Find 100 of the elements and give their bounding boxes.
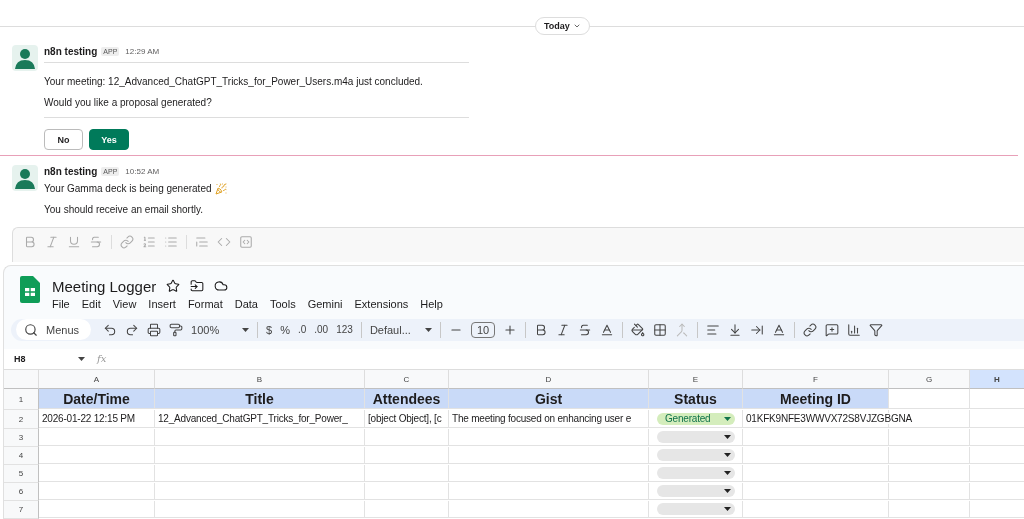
borders-icon[interactable] — [653, 322, 668, 337]
paint-format-icon[interactable] — [169, 322, 184, 337]
font-dropdown[interactable]: Defaul... — [369, 323, 432, 336]
row-number[interactable]: 1 — [4, 389, 39, 410]
message-text: Your meeting: 12_Advanced_ChatGPT_Tricks_for_Power_Users.m4a just concluded. — [44, 75, 423, 89]
text-rotation-icon[interactable] — [772, 322, 787, 337]
filter-icon[interactable] — [869, 322, 884, 337]
column-header[interactable]: A — [39, 370, 155, 389]
avatar — [12, 165, 38, 191]
sheets-logo[interactable] — [20, 276, 40, 303]
star-icon[interactable] — [166, 279, 181, 293]
zoom-dropdown[interactable]: 100% — [191, 323, 250, 336]
row-number[interactable]: 6 — [4, 483, 39, 501]
party-popper-icon — [214, 182, 227, 195]
align-icon[interactable] — [706, 322, 721, 337]
fill-color-icon[interactable] — [631, 322, 646, 337]
text-color-icon[interactable] — [600, 322, 615, 337]
underline-icon[interactable] — [67, 235, 81, 249]
message-text: Would you like a proposal generated? — [44, 96, 212, 110]
code-icon[interactable] — [217, 235, 231, 249]
document-title[interactable]: Meeting Logger — [52, 277, 157, 295]
avatar — [12, 45, 38, 71]
vertical-align-icon[interactable] — [728, 322, 743, 337]
increase-decimals-button[interactable]: .00 — [314, 324, 329, 336]
column-header[interactable]: H — [970, 370, 1024, 389]
number-format-button[interactable]: 123 — [336, 324, 353, 336]
cell-text: 12_Advanced_ChatGPT_Tricks_for_Power_ — [158, 413, 350, 424]
column-header[interactable]: G — [889, 370, 970, 389]
percent-button[interactable]: % — [280, 323, 290, 336]
header-cell: Gist — [449, 389, 649, 409]
cloud-icon[interactable] — [214, 279, 229, 293]
increase-size-icon[interactable] — [503, 322, 518, 337]
link-icon[interactable] — [803, 322, 818, 337]
code-block-icon[interactable] — [239, 235, 253, 249]
status-dropdown[interactable]: Generated — [657, 412, 735, 425]
caret-icon — [724, 435, 731, 439]
menu-item[interactable]: Data — [234, 298, 258, 310]
header-cell: Attendees — [365, 389, 449, 409]
italic-icon[interactable] — [556, 322, 571, 337]
header-cell: Meeting ID — [743, 389, 889, 409]
sender-name[interactable]: n8n testing — [44, 165, 98, 177]
currency-button[interactable]: $ — [266, 323, 273, 336]
text-wrap-icon[interactable] — [750, 322, 765, 337]
no-button[interactable]: No — [44, 129, 83, 150]
redo-icon[interactable] — [125, 322, 140, 337]
date-divider[interactable]: Today — [535, 17, 590, 35]
row-number[interactable]: 4 — [4, 447, 39, 465]
menu-item[interactable]: View — [112, 298, 137, 310]
row-number[interactable]: 5 — [4, 465, 39, 483]
column-header[interactable]: E — [649, 370, 743, 389]
menu-item[interactable]: Extensions — [354, 298, 409, 310]
yes-button[interactable]: Yes — [89, 129, 129, 150]
menu-item[interactable]: File — [52, 298, 70, 310]
message-time[interactable]: 12:29 AM — [125, 46, 160, 56]
folder-icon[interactable] — [190, 279, 205, 293]
menu-item[interactable]: Edit — [81, 298, 101, 310]
header-cell: Status — [649, 389, 743, 409]
row-number[interactable]: 7 — [4, 501, 39, 519]
sender-name[interactable]: n8n testing — [44, 45, 98, 57]
comment-icon[interactable] — [825, 322, 840, 337]
message-text: Your Gamma deck is being generated — [44, 182, 212, 196]
caret-icon — [242, 327, 250, 332]
cell-text: The meeting focused on enhancing user e — [452, 413, 633, 424]
caret-icon — [724, 453, 731, 457]
numbered-list-icon[interactable] — [142, 235, 156, 249]
column-header[interactable]: C — [365, 370, 449, 389]
row-number[interactable]: 3 — [4, 429, 39, 447]
header-cell: Title — [155, 389, 365, 409]
menu-item[interactable]: Help — [420, 298, 443, 310]
bold-icon[interactable] — [534, 322, 549, 337]
message-time[interactable]: 10:52 AM — [125, 166, 160, 176]
name-box[interactable]: H8 — [14, 353, 78, 364]
menu-item[interactable]: Tools — [269, 298, 296, 310]
strikethrough-icon[interactable] — [578, 322, 593, 337]
caret-icon — [724, 489, 731, 493]
column-header[interactable]: F — [743, 370, 889, 389]
font-size-field[interactable]: 10 — [470, 321, 496, 338]
search-icon — [24, 322, 38, 337]
caret-icon — [424, 327, 432, 332]
column-header[interactable]: B — [155, 370, 365, 389]
menu-item[interactable]: Gemini — [307, 298, 343, 310]
print-icon[interactable] — [147, 322, 162, 337]
undo-icon[interactable] — [103, 322, 118, 337]
menu-search-field[interactable]: Menus — [16, 319, 92, 341]
menu-item[interactable]: Insert — [148, 298, 176, 310]
chart-icon[interactable] — [847, 322, 862, 337]
caret-icon — [724, 507, 731, 511]
row-number[interactable]: 2 — [4, 410, 39, 429]
cell-text: [object Object], [c — [368, 413, 444, 424]
message-text: You should receive an email shortly. — [44, 203, 203, 217]
caret-icon — [724, 416, 731, 421]
caret-icon — [724, 471, 731, 475]
menu-item[interactable]: Format — [187, 298, 223, 310]
decrease-decimals-button[interactable]: .0 — [297, 324, 307, 336]
caret-icon — [78, 356, 85, 361]
formula-label: fx — [97, 353, 107, 365]
cell-text: 2026-01-22 12:15 PM — [42, 413, 137, 424]
cell-text: 01KFK9NFE3WWVX72S8VJZGBGNA — [746, 413, 914, 424]
header-cell: Date/Time — [39, 389, 155, 409]
column-header[interactable]: D — [449, 370, 649, 389]
